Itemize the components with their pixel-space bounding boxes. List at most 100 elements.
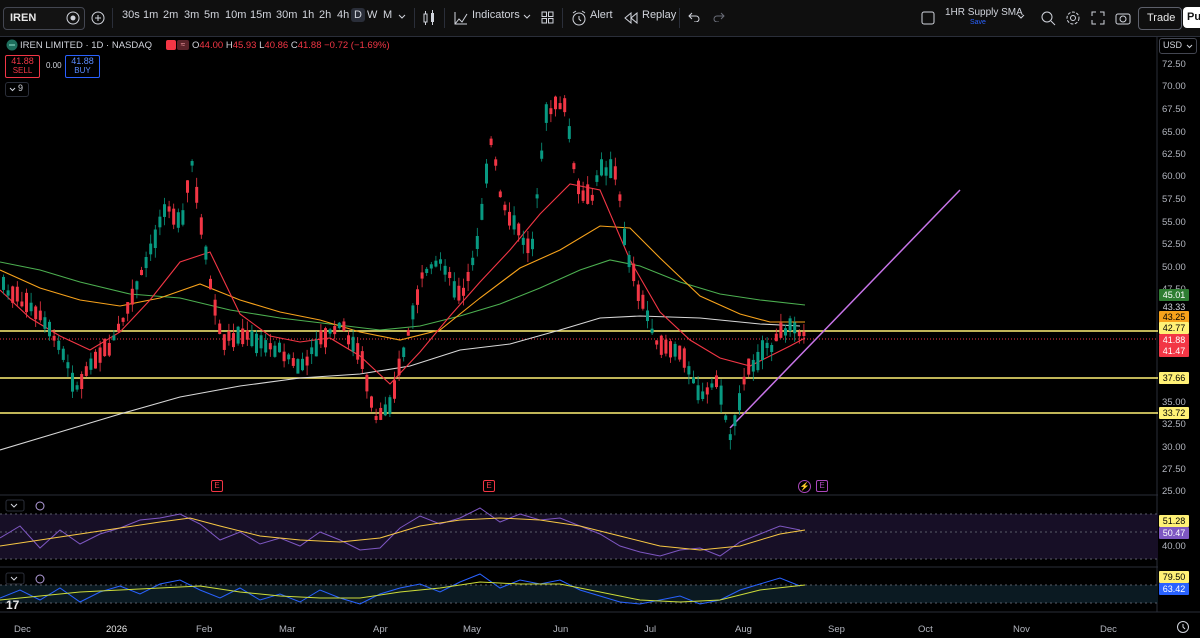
candle-body [204, 246, 208, 260]
undo-icon[interactable] [688, 12, 700, 22]
publish-button[interactable]: Pu [1183, 7, 1200, 28]
redo-icon[interactable] [713, 12, 725, 22]
candle-body [761, 340, 764, 361]
candle-body [342, 321, 346, 331]
rsi-value: 50.47 [1159, 527, 1189, 539]
tf-5m[interactable]: 5m [204, 9, 219, 21]
tf-4h[interactable]: 4h [337, 9, 349, 21]
candle-body [301, 358, 304, 371]
tradingview-logo-icon: 17 [6, 598, 20, 612]
stoch-k-value: 63.42 [1159, 583, 1189, 595]
alert-clock-icon[interactable] [571, 10, 587, 26]
candle-body [296, 359, 300, 374]
chevron-down-icon[interactable] [398, 14, 406, 20]
fullscreen-icon[interactable] [1091, 11, 1105, 25]
compare-symbol-icon[interactable] [91, 11, 105, 25]
candle-body [719, 385, 723, 405]
candle-body [558, 103, 562, 110]
candle-body [34, 306, 38, 320]
candle-body [765, 342, 769, 349]
tf-1m[interactable]: 1m [143, 9, 158, 21]
candle-body [209, 278, 212, 290]
candle-body [429, 264, 433, 269]
chevron-down-icon[interactable] [523, 14, 531, 20]
candle-body [135, 281, 139, 290]
replay-button[interactable]: Replay [642, 9, 676, 21]
stoch-indicator-icon[interactable] [35, 574, 45, 584]
candle-body [80, 374, 84, 389]
tf-1h[interactable]: 1h [302, 9, 314, 21]
alert-button[interactable]: Alert [590, 9, 613, 21]
price-axis-label: 41.47 [1159, 345, 1189, 357]
lightning-event-icon[interactable]: ⚡ [798, 480, 811, 493]
symbol-search-box[interactable]: IREN [3, 7, 85, 30]
candle-body [310, 347, 314, 355]
candle-body [29, 302, 33, 312]
candle-body [130, 288, 134, 305]
symbol-type-icon[interactable] [66, 11, 80, 25]
candle-body [770, 345, 774, 353]
candle-body [356, 343, 360, 360]
candle-body [779, 322, 783, 338]
tf-2m[interactable]: 2m [163, 9, 178, 21]
candle-body [333, 326, 337, 335]
earnings-event-icon[interactable]: E [211, 480, 223, 492]
tf-d[interactable]: D [351, 8, 365, 22]
candle-body [324, 328, 327, 348]
tf-10m[interactable]: 10m [225, 9, 246, 21]
candle-body [158, 216, 162, 228]
candle-body [232, 333, 235, 348]
candle-body [149, 243, 153, 255]
candle-body [186, 180, 189, 193]
tf-3m[interactable]: 3m [184, 9, 199, 21]
tf-w[interactable]: W [367, 9, 377, 21]
rsi-band [0, 514, 1158, 559]
indicators-icon[interactable] [454, 11, 468, 25]
tf-m[interactable]: M [383, 9, 392, 21]
quick-search-icon[interactable] [1040, 10, 1056, 26]
chart-canvas[interactable]: 17 [0, 36, 1200, 638]
tf-30m[interactable]: 30m [276, 9, 297, 21]
candle-body [526, 238, 530, 254]
candle-body [117, 323, 120, 332]
time-zone-icon[interactable] [1176, 620, 1190, 634]
candle-body [347, 335, 350, 345]
candle-body [802, 331, 806, 337]
tf-2h[interactable]: 2h [319, 9, 331, 21]
x-tick: Jul [644, 624, 657, 635]
chevron-down-icon [1186, 44, 1193, 49]
candle-body [89, 358, 93, 370]
layout-icon[interactable] [921, 11, 935, 25]
candle-body [452, 281, 456, 298]
candle-body [659, 335, 663, 355]
replay-rewind-icon[interactable] [624, 12, 638, 24]
candle-body [485, 163, 488, 184]
settings-gear-icon[interactable] [1065, 10, 1081, 26]
indicators-button[interactable]: Indicators [472, 9, 520, 21]
earnings-event-icon[interactable]: E [483, 480, 495, 492]
currency-selector[interactable]: USD [1159, 38, 1197, 54]
candle-body [337, 322, 341, 329]
rsi-indicator-icon[interactable] [35, 501, 45, 511]
chevron-down-icon[interactable] [1017, 14, 1025, 20]
candle-body [43, 317, 47, 329]
trade-button[interactable]: Trade [1138, 7, 1182, 30]
candles-chart-type-icon[interactable] [422, 10, 436, 26]
layout-save-status[interactable]: Save [970, 19, 986, 26]
layout-name[interactable]: 1HR Supply SMA [945, 7, 1023, 18]
candle-body [701, 391, 705, 399]
earnings-event-icon[interactable]: E [816, 480, 828, 492]
camera-snapshot-icon[interactable] [1115, 11, 1131, 25]
tf-15m[interactable]: 15m [250, 9, 271, 21]
currency-label: USD [1163, 40, 1183, 50]
y-tick: 25.00 [1162, 486, 1186, 497]
top-toolbar: IREN 30s 1m 2m 3m 5m 10m 15m 30m 1h 2h 4… [0, 0, 1200, 37]
candle-body [250, 330, 254, 347]
candle-body [406, 330, 410, 336]
candle-body [172, 208, 176, 225]
layout-templates-icon[interactable] [541, 11, 554, 24]
candle-body [439, 259, 442, 264]
tf-30s[interactable]: 30s [122, 9, 140, 21]
candle-body [411, 305, 415, 320]
trend-line[interactable] [729, 189, 961, 429]
